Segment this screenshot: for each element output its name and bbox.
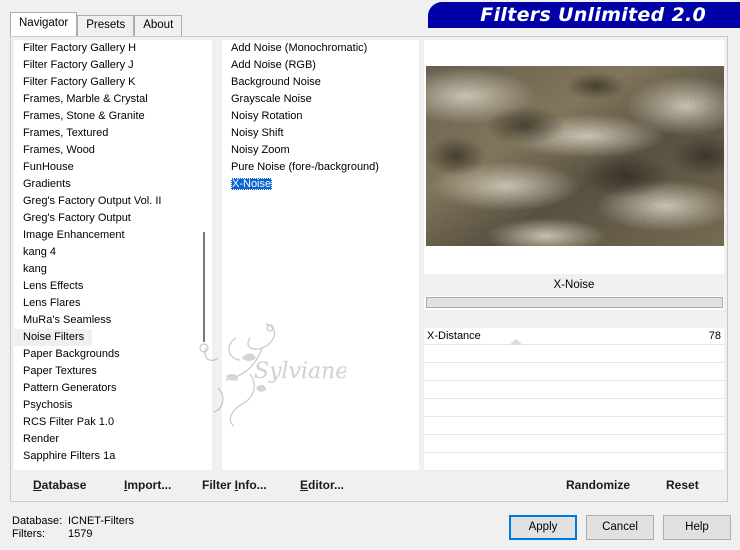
bottom-toolbar: Database Import... Filter Info... Editor…: [14, 474, 724, 498]
filter-item[interactable]: Noisy Rotation: [222, 108, 419, 125]
filter-item-label: Background Noise: [231, 76, 321, 88]
filter-item-label: X-Noise: [231, 178, 273, 190]
category-item[interactable]: RCS Filter Pak 1.0: [14, 414, 196, 431]
tab-presets[interactable]: Presets: [77, 15, 135, 36]
param-row-empty: [424, 364, 724, 381]
category-item[interactable]: Paper Backgrounds: [14, 346, 196, 363]
filter-item[interactable]: Background Noise: [222, 74, 419, 91]
filter-item[interactable]: Pure Noise (fore-/background): [222, 159, 419, 176]
param-row-empty: [424, 436, 724, 453]
filters-count: 1579: [68, 528, 93, 540]
preview-image: [426, 66, 724, 246]
title-banner: Filters Unlimited 2.0: [428, 2, 740, 28]
param-row-empty: [424, 418, 724, 435]
category-item[interactable]: Sapphire Filters 1a: [14, 448, 196, 465]
filter-item[interactable]: Add Noise (RGB): [222, 57, 419, 74]
filter-progress-bar: [426, 297, 723, 308]
filter-item[interactable]: Noisy Zoom: [222, 142, 419, 159]
filter-info-button[interactable]: Filter Info...: [202, 474, 267, 496]
tab-navigator[interactable]: Navigator: [10, 12, 78, 36]
filter-item[interactable]: Grayscale Noise: [222, 91, 419, 108]
category-item[interactable]: Filter Factory Gallery J: [14, 57, 196, 74]
category-list[interactable]: Filter Factory Gallery H Filter Factory G…: [14, 40, 196, 470]
tab-strip: Navigator Presets About: [10, 12, 183, 36]
category-item[interactable]: Lens Flares: [14, 295, 196, 312]
category-item[interactable]: FunHouse: [14, 159, 196, 176]
param-value: 78: [708, 330, 721, 342]
filter-item-label: Pure Noise (fore-/background): [231, 161, 379, 173]
category-item[interactable]: Render: [14, 431, 196, 448]
param-label: X-Distance: [427, 330, 481, 342]
filter-item-label: Add Noise (RGB): [231, 59, 316, 71]
category-item[interactable]: Image Enhancement: [14, 227, 196, 244]
category-item[interactable]: Frames, Marble & Crystal: [14, 91, 196, 108]
filter-item[interactable]: Noisy Shift: [222, 125, 419, 142]
param-row-empty: [424, 454, 724, 471]
database-button[interactable]: Database: [33, 474, 86, 496]
param-row-x-distance[interactable]: X-Distance 78: [424, 328, 724, 345]
filter-item-label: Add Noise (Monochromatic): [231, 42, 368, 54]
filter-item-label: Noisy Zoom: [231, 144, 290, 156]
slider-marker-icon[interactable]: [509, 339, 523, 345]
cancel-button[interactable]: Cancel: [586, 515, 654, 540]
database-label: Database:: [12, 515, 63, 527]
param-row-empty: [424, 382, 724, 399]
database-value: ICNET-Filters: [68, 515, 134, 527]
help-button[interactable]: Help: [663, 515, 731, 540]
filter-item[interactable]: Add Noise (Monochromatic): [222, 40, 419, 57]
app-title: Filters Unlimited 2.0: [480, 4, 706, 26]
filter-list[interactable]: Add Noise (Monochromatic) Add Noise (RGB)…: [222, 40, 419, 470]
tab-about[interactable]: About: [134, 15, 183, 36]
category-item[interactable]: Noise Filters: [14, 329, 92, 346]
param-row-empty: [424, 346, 724, 363]
param-row-empty: [424, 400, 724, 417]
category-item[interactable]: kang 4: [14, 244, 196, 261]
noise-texture-image: [426, 66, 724, 246]
category-item[interactable]: Frames, Textured: [14, 125, 196, 142]
category-item[interactable]: Greg's Factory Output Vol. II: [14, 193, 196, 210]
selected-filter-name: X-Noise: [424, 274, 724, 296]
filter-item-label: Grayscale Noise: [231, 93, 312, 105]
category-item[interactable]: Greg's Factory Output: [14, 210, 196, 227]
apply-button[interactable]: Apply: [509, 515, 577, 540]
status-area: Database: ICNET-Filters Filters: 1579: [12, 515, 134, 541]
filter-item-label: Noisy Rotation: [231, 110, 303, 122]
category-item[interactable]: Frames, Stone & Granite: [14, 108, 196, 125]
import-button[interactable]: Import...: [124, 474, 171, 496]
filter-item-label: Noisy Shift: [231, 127, 284, 139]
category-item[interactable]: Pattern Generators: [14, 380, 196, 397]
category-item[interactable]: kang: [14, 261, 196, 278]
editor-button[interactable]: Editor...: [300, 474, 344, 496]
category-scrollbar[interactable]: [196, 40, 212, 470]
param-separator: [424, 310, 724, 328]
category-item[interactable]: Frames, Wood: [14, 142, 196, 159]
category-item[interactable]: Lens Effects: [14, 278, 196, 295]
scrollbar-thumb[interactable]: [203, 232, 205, 342]
filter-item[interactable]: X-Noise: [222, 176, 419, 193]
filters-label: Filters:: [12, 528, 45, 540]
category-item[interactable]: Psychosis: [14, 397, 196, 414]
category-item[interactable]: Paper Textures: [14, 363, 196, 380]
category-item[interactable]: Filter Factory Gallery H: [14, 40, 196, 57]
randomize-button[interactable]: Randomize: [566, 474, 630, 496]
category-item[interactable]: Gradients: [14, 176, 196, 193]
category-item[interactable]: Filter Factory Gallery K: [14, 74, 196, 91]
category-item[interactable]: MuRa's Seamless: [14, 312, 196, 329]
reset-button[interactable]: Reset: [666, 474, 699, 496]
